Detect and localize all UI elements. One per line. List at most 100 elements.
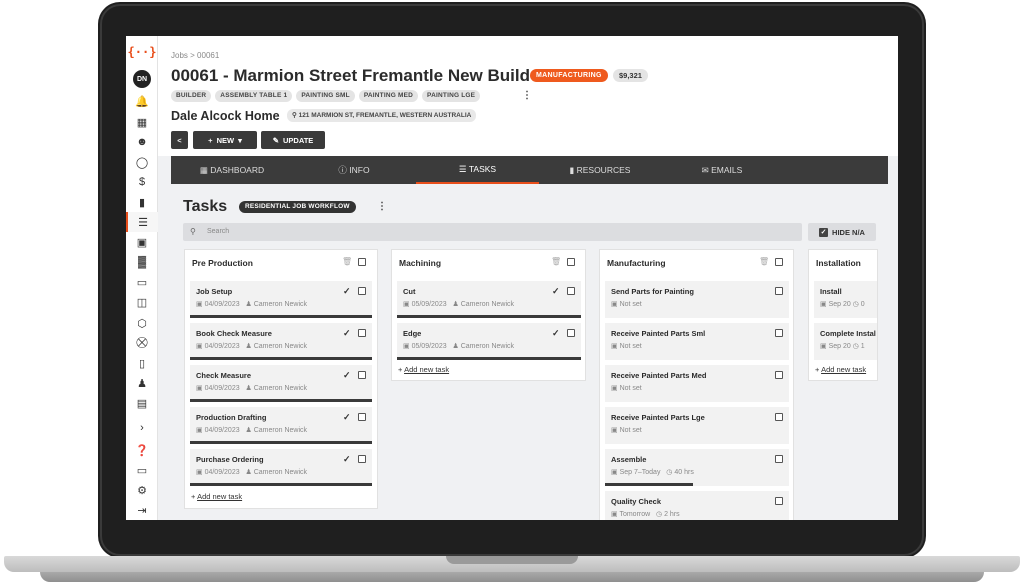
trash-icon[interactable]: 🗑 xyxy=(551,257,561,266)
trash-icon[interactable]: 🗑 xyxy=(342,257,352,266)
tag-painting-sml[interactable]: PAINTING SML xyxy=(296,90,355,102)
cart-icon[interactable]: ⛒ xyxy=(126,333,158,353)
address-badge[interactable]: ⚲ 121 MARMION ST, FREMANTLE, WESTERN AUS… xyxy=(287,109,477,122)
task-card[interactable]: Quality Check ▣ Tomorrow ◷ 2 hrs xyxy=(605,491,789,520)
user-avatar[interactable]: DN xyxy=(126,69,158,89)
add-task-label: Add new task xyxy=(404,365,450,374)
back-button[interactable]: < xyxy=(171,131,188,149)
chart-icon[interactable]: ▓ xyxy=(126,252,158,272)
task-checkbox[interactable] xyxy=(775,287,783,295)
tag-assembly-table[interactable]: ASSEMBLY TABLE 1 xyxy=(215,90,293,102)
add-task-link[interactable]: + Add new task xyxy=(398,365,449,374)
task-checkbox[interactable] xyxy=(358,455,366,463)
user-icon: ♟ xyxy=(452,301,459,308)
task-checkbox[interactable] xyxy=(775,371,783,379)
new-button[interactable]: + NEW ▾ xyxy=(193,131,257,149)
tag-painting-lge[interactable]: PAINTING LGE xyxy=(422,90,481,102)
task-card[interactable]: Purchase Ordering ▣ 04/09/2023 ♟ Cameron… xyxy=(190,449,372,486)
task-checkbox[interactable] xyxy=(567,287,575,295)
task-date: Sep 20 xyxy=(828,343,851,350)
task-checkbox[interactable] xyxy=(567,329,575,337)
search-input[interactable]: Search xyxy=(207,228,229,235)
clock-icon: ◷ xyxy=(666,469,673,476)
task-date: 04/09/2023 xyxy=(204,427,240,434)
notifications-icon[interactable]: 🔔 xyxy=(126,91,158,111)
dollar-icon[interactable]: $ xyxy=(126,172,158,192)
tag-builder[interactable]: BUILDER xyxy=(171,90,212,102)
tab-tasks[interactable]: ☰ TASKS xyxy=(416,156,539,184)
column-checkbox[interactable] xyxy=(775,258,783,266)
task-card[interactable]: Assemble ▣ Sep 7–Today ◷ 40 hrs xyxy=(605,449,789,486)
apps-grid-icon[interactable]: ▦ xyxy=(126,112,158,132)
task-name: Receive Painted Parts Lge xyxy=(611,413,705,422)
calendar-icon: ▣ xyxy=(196,469,203,476)
clock-icon: ◷ xyxy=(656,511,663,518)
folder-icon[interactable]: ▭ xyxy=(126,272,158,292)
task-card[interactable]: Install ▣ Sep 20 ◷ 0 xyxy=(814,281,877,318)
tag-painting-med[interactable]: PAINTING MED xyxy=(358,90,419,102)
task-checkbox[interactable] xyxy=(775,329,783,337)
calendar-icon[interactable]: ▣ xyxy=(126,232,158,252)
box-icon[interactable]: ⬡ xyxy=(126,313,158,333)
pencil-icon: ✎ xyxy=(272,135,279,145)
column-checkbox[interactable] xyxy=(567,258,575,266)
task-name: Send Parts for Painting xyxy=(611,287,694,296)
tablet-icon[interactable]: ▭ xyxy=(126,460,158,480)
task-checkbox[interactable] xyxy=(775,497,783,505)
task-name: Install xyxy=(820,287,842,296)
task-checkbox[interactable] xyxy=(358,413,366,421)
workflow-more-icon[interactable]: ⋮ xyxy=(377,201,387,212)
customer-name[interactable]: Dale Alcock Home xyxy=(171,109,280,123)
task-card[interactable]: Job Setup ▣ 04/09/2023 ♟ Cameron Newick … xyxy=(190,281,372,318)
add-task-link[interactable]: + Add new task xyxy=(815,365,866,374)
task-card[interactable]: Book Check Measure ▣ 04/09/2023 ♟ Camero… xyxy=(190,323,372,360)
app-logo[interactable]: {··} xyxy=(126,42,158,62)
catalog-icon[interactable]: ▤ xyxy=(126,393,158,413)
task-card[interactable]: Receive Painted Parts Lge ▣ Not set xyxy=(605,407,789,444)
calendar-icon: ▣ xyxy=(403,343,410,350)
search-bar[interactable]: ⚲ Search xyxy=(183,223,802,241)
task-card[interactable]: Cut ▣ 05/09/2023 ♟ Cameron Newick ✓ xyxy=(397,281,581,318)
settings-icon[interactable]: ⚙ xyxy=(126,480,158,500)
column-checkbox[interactable] xyxy=(358,258,366,266)
tab-emails[interactable]: ✉ EMAILS xyxy=(661,156,783,184)
workflow-badge[interactable]: RESIDENTIAL JOB WORKFLOW xyxy=(239,201,356,213)
task-card[interactable]: Receive Painted Parts Sml ▣ Not set xyxy=(605,323,789,360)
file-icon[interactable]: ▯ xyxy=(126,353,158,373)
status-badge[interactable]: MANUFACTURING xyxy=(530,69,608,82)
trash-icon[interactable]: 🗑 xyxy=(759,257,769,266)
task-checkbox[interactable] xyxy=(775,413,783,421)
task-card[interactable]: Receive Painted Parts Med ▣ Not set xyxy=(605,365,789,402)
book-icon[interactable]: ◫ xyxy=(126,292,158,312)
task-card[interactable]: Send Parts for Painting ▣ Not set xyxy=(605,281,789,318)
task-checkbox[interactable] xyxy=(358,287,366,295)
task-checkbox[interactable] xyxy=(358,371,366,379)
task-checkbox[interactable] xyxy=(358,329,366,337)
task-card[interactable]: Edge ▣ 05/09/2023 ♟ Cameron Newick ✓ xyxy=(397,323,581,360)
task-card[interactable]: Production Drafting ▣ 04/09/2023 ♟ Camer… xyxy=(190,407,372,444)
contacts-icon[interactable]: ☻ xyxy=(126,132,158,152)
jobs-list-icon[interactable]: ☰ xyxy=(126,212,158,232)
tab-dashboard[interactable]: ▦ DASHBOARD xyxy=(171,156,293,184)
logout-icon[interactable]: ⇥ xyxy=(126,500,158,520)
task-card[interactable]: Complete Instal ▣ Sep 20 ◷ 1 xyxy=(814,323,877,360)
breadcrumb: Jobs > 00061 xyxy=(171,51,219,60)
update-button[interactable]: ✎ UPDATE xyxy=(261,131,325,149)
document-icon[interactable]: ▮ xyxy=(126,192,158,212)
task-date: Not set xyxy=(619,427,642,434)
tab-resources[interactable]: ▮ RESOURCES xyxy=(539,156,661,184)
users-icon[interactable]: ♟ xyxy=(126,373,158,393)
column-header: Machining 🗑 xyxy=(392,250,585,274)
chat-icon[interactable]: ◯ xyxy=(126,152,158,172)
add-task-link[interactable]: + Add new task xyxy=(191,492,242,501)
clock-icon: ◷ xyxy=(852,301,859,308)
task-card[interactable]: Check Measure ▣ 04/09/2023 ♟ Cameron New… xyxy=(190,365,372,402)
tab-info[interactable]: ⓘ INFO xyxy=(293,156,415,184)
task-meta: ▣ 04/09/2023 ♟ Cameron Newick xyxy=(196,426,307,434)
task-checkbox[interactable] xyxy=(775,455,783,463)
hide-na-toggle[interactable]: ✓ HIDE N/A xyxy=(808,223,876,241)
chevron-right-icon[interactable]: › xyxy=(126,418,158,438)
tags-more-icon[interactable]: ⋮ xyxy=(522,90,532,102)
breadcrumb-jobs-link[interactable]: Jobs xyxy=(171,51,188,60)
help-icon[interactable]: ❓ xyxy=(126,440,158,460)
